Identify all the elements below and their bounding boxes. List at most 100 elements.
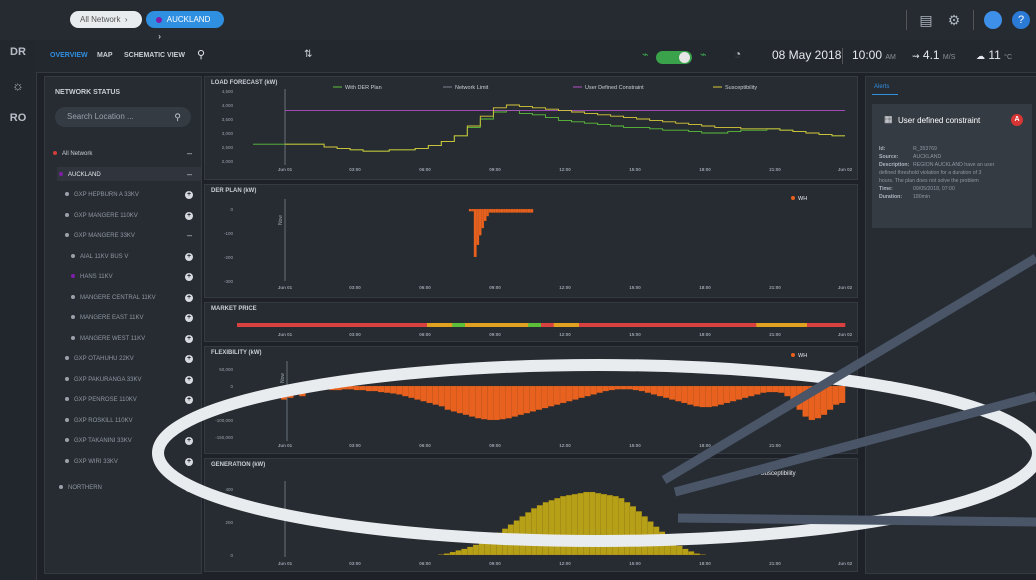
tree-item[interactable]: GXP MANGERE 110KV	[65, 211, 138, 221]
bar	[784, 385, 791, 397]
breadcrumb-auckland[interactable]: AUCKLAND ›	[146, 11, 224, 41]
y-tick-label: 3,000	[222, 131, 234, 136]
status-dot-icon	[59, 171, 63, 176]
expand-icon[interactable]: +	[185, 314, 193, 322]
sun-icon[interactable]: ☼	[0, 78, 36, 93]
tree-item[interactable]: GXP MANGERE 33KV	[65, 231, 135, 241]
alert-duration-row: Duration: 180min	[879, 194, 930, 200]
expand-icon[interactable]: +	[185, 273, 193, 281]
y-tick-label: 400	[225, 487, 233, 492]
location-pin-icon[interactable]: ⚲	[197, 48, 205, 61]
bar	[802, 385, 809, 417]
expand-icon[interactable]: +	[185, 293, 193, 302]
y-tick-label: 0	[230, 384, 233, 389]
bar	[632, 385, 640, 391]
tab-schematic-view[interactable]: SCHEMATIC VIEW	[124, 52, 185, 59]
expand-icon[interactable]: +	[185, 437, 193, 445]
collapse-icon[interactable]: –	[187, 230, 192, 240]
bar	[287, 385, 294, 398]
expand-icon[interactable]: +	[185, 416, 193, 425]
tree-item-label: AUCKLAND	[68, 171, 101, 178]
tree-item[interactable]: HANS 11KV	[71, 272, 113, 282]
status-dot-icon	[53, 151, 57, 156]
tab-underline	[872, 94, 898, 95]
gauge-icon[interactable]: ◔	[734, 47, 741, 61]
expand-icon[interactable]: +	[185, 334, 193, 343]
expand-icon[interactable]: +	[185, 457, 193, 466]
tab-alerts[interactable]: Alerts	[874, 84, 889, 90]
tree-item[interactable]: GXP TAKANINI 33KV	[65, 436, 132, 446]
breadcrumb-all-network[interactable]: All Network ›	[70, 11, 142, 28]
search-input[interactable]: Search Location ... ⚲	[55, 107, 191, 127]
expand-icon[interactable]: +	[185, 252, 193, 261]
tree-item[interactable]: GXP WIRI 33KV	[65, 457, 118, 467]
bar	[681, 385, 688, 404]
bar	[517, 385, 524, 415]
alert-source-label: Source:	[879, 154, 899, 160]
x-tick-label: 18:00	[699, 561, 711, 566]
bar	[699, 385, 706, 408]
filter-icon[interactable]: ⇅	[304, 49, 312, 60]
tree-item[interactable]: AUCKLAND	[59, 170, 101, 180]
alert-card[interactable]: ▦ User defined constraint A Id: R_353769 …	[872, 104, 1032, 228]
der-plan-svg: 0 -100 -200 -300 Jun 01 03:00 06:00 09:00 12:00 1…	[224, 196, 853, 290]
tab-map[interactable]: MAP	[97, 52, 113, 59]
der-toggle[interactable]	[656, 51, 692, 64]
collapse-icon[interactable]: –	[187, 169, 192, 179]
expand-icon[interactable]: +	[185, 375, 193, 384]
help-icon[interactable]: ?	[1012, 11, 1030, 29]
expand-icon[interactable]: +	[185, 396, 193, 404]
price-segment	[743, 323, 757, 327]
bar	[602, 385, 609, 392]
bar	[414, 385, 421, 400]
price-segment	[503, 323, 516, 327]
avatar[interactable]	[984, 11, 1002, 29]
y-tick-label: -100	[224, 231, 234, 236]
tree-item[interactable]: GXP PENROSE 110KV	[65, 395, 137, 405]
price-segment	[300, 323, 314, 327]
tree-item[interactable]: GXP PAKURANGA 33KV	[65, 375, 141, 385]
rail-item-dr[interactable]: DR	[0, 46, 36, 58]
bar	[620, 385, 628, 390]
expand-icon[interactable]: +	[185, 483, 193, 492]
tree-item[interactable]: MANGERE CENTRAL 11KV	[71, 293, 156, 303]
notification-icon[interactable]: ▤	[917, 11, 935, 29]
now-label: Now	[280, 373, 286, 383]
tab-overview[interactable]: OVERVIEW	[50, 52, 88, 59]
gear-icon[interactable]: ⚙	[945, 11, 963, 29]
bar	[347, 385, 355, 390]
tree-item[interactable]: MANGERE WEST 11KV	[71, 334, 145, 344]
tree-item[interactable]: GXP HEPBURN A 33KV	[65, 190, 139, 200]
tree-item[interactable]: GXP OTAHUHU 22KV	[65, 354, 134, 364]
bar	[432, 385, 440, 405]
y-tick-label: -300	[224, 279, 234, 284]
expand-icon[interactable]: +	[185, 211, 193, 220]
y-tick-label: 4,500	[222, 89, 234, 94]
expand-icon[interactable]: +	[185, 191, 193, 199]
price-segment	[275, 323, 288, 327]
bar	[390, 385, 397, 394]
status-dot-icon	[65, 376, 69, 381]
bar	[484, 538, 491, 556]
x-tick-label: 21:00	[769, 561, 781, 566]
tree-item-label: GXP ROSKILL 110KV	[74, 417, 133, 424]
rail-item-ro[interactable]: RO	[0, 112, 36, 124]
x-tick-label: 09:00	[489, 443, 501, 448]
status-dot-icon	[71, 315, 75, 320]
tree-item[interactable]: AIAL 11KV BUS V	[71, 252, 128, 262]
bar	[717, 385, 725, 405]
search-icon[interactable]: ⚲	[174, 107, 181, 127]
x-tick-label: 21:00	[769, 285, 781, 290]
tree-item[interactable]: All Network	[53, 149, 92, 159]
tree-item[interactable]: MANGERE EAST 11KV	[71, 313, 143, 323]
bar	[478, 208, 482, 236]
collapse-icon[interactable]: –	[187, 148, 192, 158]
price-segment	[579, 323, 592, 327]
bar	[571, 494, 578, 556]
expand-icon[interactable]: +	[185, 355, 193, 363]
tree-item[interactable]: NORTHERN	[59, 483, 102, 493]
bar	[481, 208, 485, 229]
tree-item[interactable]: GXP ROSKILL 110KV	[65, 416, 133, 426]
status-dot-icon	[65, 212, 69, 217]
bar	[353, 385, 361, 391]
